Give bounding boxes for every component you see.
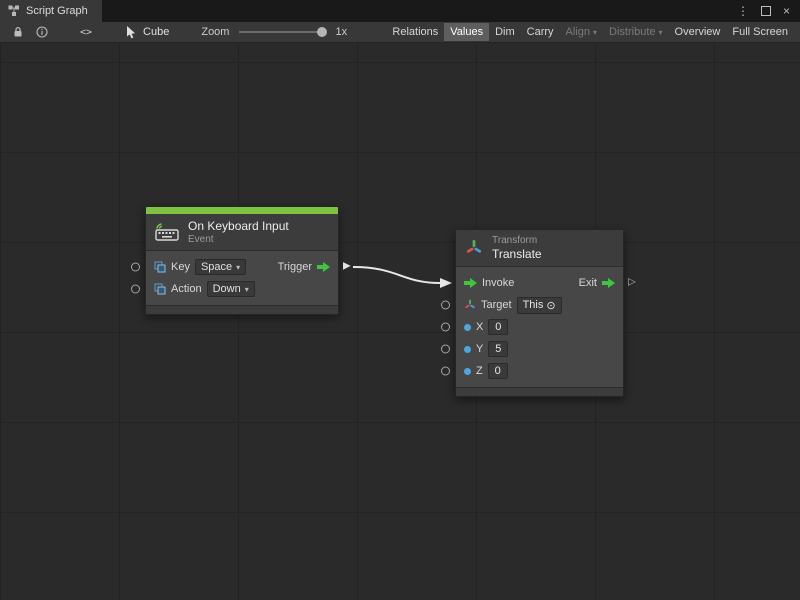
node-footer: [456, 387, 623, 396]
z-input-port[interactable]: [441, 367, 450, 376]
info-icon[interactable]: [30, 26, 54, 38]
x-input-field[interactable]: 0: [488, 319, 508, 335]
port-row-x: X 0: [456, 316, 623, 338]
value-port-icon: [464, 346, 471, 353]
node-on-keyboard-input[interactable]: On Keyboard Input Event Key Space ▾: [145, 206, 339, 315]
x-input-port[interactable]: [441, 323, 450, 332]
invoke-label: Invoke: [482, 277, 514, 289]
node-title: Translate: [492, 247, 542, 261]
port-row-key: Key Space ▾ Trigger ▶: [146, 256, 338, 278]
transform-axes-icon: [464, 299, 476, 311]
graph-toolbar: <> Cube Zoom 1x Relations Values Dim Car…: [0, 22, 800, 43]
action-label: Action: [171, 283, 202, 295]
key-label: Key: [171, 261, 190, 273]
distribute-button[interactable]: Distribute ▾: [603, 23, 668, 41]
zoom-slider[interactable]: [239, 31, 325, 33]
overview-button[interactable]: Overview: [669, 23, 727, 41]
cursor-icon: [126, 26, 137, 39]
flow-arrow-icon: [464, 278, 477, 288]
key-input-port[interactable]: [131, 263, 140, 272]
align-label: Align: [566, 26, 590, 38]
flow-arrow-icon: [602, 278, 615, 288]
key-dropdown-value: Space: [201, 261, 232, 273]
zoom-value: 1x: [335, 26, 347, 38]
key-dropdown[interactable]: Space ▾: [195, 259, 246, 275]
keyboard-icon: [155, 223, 179, 241]
relations-button[interactable]: Relations: [386, 23, 444, 41]
graph-owner-label: Cube: [143, 26, 169, 38]
value-port-icon: [464, 324, 471, 331]
transform-axes-icon: [465, 239, 483, 257]
node-title: On Keyboard Input: [188, 219, 289, 233]
menu-icon[interactable]: ⋮: [737, 4, 749, 18]
z-label: Z: [476, 365, 483, 377]
dim-button[interactable]: Dim: [489, 23, 521, 41]
exit-label: Exit: [579, 277, 597, 289]
window-controls: ⋮ ×: [737, 0, 800, 22]
object-picker-icon[interactable]: ⊙: [546, 299, 555, 312]
trigger-label: Trigger: [278, 261, 312, 273]
graph-icon: [8, 5, 20, 17]
node-footer: [146, 305, 338, 314]
port-row-target: Target This ⊙: [456, 294, 623, 316]
chevron-down-icon: ▾: [593, 28, 597, 37]
chevron-down-icon: ▾: [236, 263, 240, 272]
chevron-down-icon: ▾: [659, 28, 663, 37]
trigger-output-port[interactable]: ▶: [343, 262, 351, 272]
exit-output-port[interactable]: ▷: [628, 278, 636, 288]
toolbar-buttons: Relations Values Dim Carry Align ▾ Distr…: [386, 23, 794, 41]
full-screen-button[interactable]: Full Screen: [726, 23, 794, 41]
zoom-slider-handle[interactable]: [317, 27, 327, 37]
port-row-y: Y 5: [456, 338, 623, 360]
flow-arrow-icon: [317, 262, 330, 272]
action-input-port[interactable]: [131, 285, 140, 294]
chevron-down-icon: ▾: [245, 285, 249, 294]
align-button[interactable]: Align ▾: [560, 23, 603, 41]
port-row-action: Action Down ▾: [146, 278, 338, 300]
zoom-control: Zoom 1x: [201, 26, 347, 38]
z-input-field[interactable]: 0: [488, 363, 508, 379]
tab-title: Script Graph: [26, 5, 88, 17]
graph-owner: Cube: [126, 26, 169, 39]
graph-canvas[interactable]: On Keyboard Input Event Key Space ▾: [0, 43, 800, 600]
node-header: On Keyboard Input Event: [146, 214, 338, 251]
target-input-port[interactable]: [441, 301, 450, 310]
target-label: Target: [481, 299, 512, 311]
action-dropdown-value: Down: [213, 283, 241, 295]
node-header: Transform Translate: [456, 230, 623, 267]
action-dropdown[interactable]: Down ▾: [207, 281, 255, 297]
close-icon[interactable]: ×: [783, 4, 790, 18]
node-body: Key Space ▾ Trigger ▶: [146, 251, 338, 305]
value-port-icon: [464, 368, 471, 375]
x-label: X: [476, 321, 483, 333]
node-translate[interactable]: Transform Translate Invoke Exit ▷: [455, 229, 624, 397]
zoom-label: Zoom: [201, 26, 229, 38]
y-input-field[interactable]: 5: [488, 341, 508, 357]
node-body: Invoke Exit ▷ Target: [456, 267, 623, 387]
target-object-field[interactable]: This ⊙: [517, 297, 562, 314]
edit-code-icon[interactable]: <>: [76, 26, 96, 39]
tab-script-graph[interactable]: Script Graph: [0, 0, 102, 22]
event-accent-bar: [146, 207, 338, 214]
values-button[interactable]: Values: [444, 23, 489, 41]
maximize-icon[interactable]: [761, 6, 771, 16]
object-value-icon: [154, 283, 166, 295]
carry-button[interactable]: Carry: [521, 23, 560, 41]
target-object-value: This: [523, 299, 544, 311]
node-category: Transform: [492, 235, 542, 246]
distribute-label: Distribute: [609, 26, 655, 38]
node-subtitle: Event: [188, 234, 289, 245]
y-input-port[interactable]: [441, 345, 450, 354]
window-tab-bar: Script Graph ⋮ ×: [0, 0, 800, 22]
object-value-icon: [154, 261, 166, 273]
port-row-invoke-exit: Invoke Exit ▷: [456, 272, 623, 294]
lock-icon[interactable]: [6, 26, 30, 38]
port-row-z: Z 0: [456, 360, 623, 382]
y-label: Y: [476, 343, 483, 355]
connection-wire[interactable]: [0, 43, 800, 600]
